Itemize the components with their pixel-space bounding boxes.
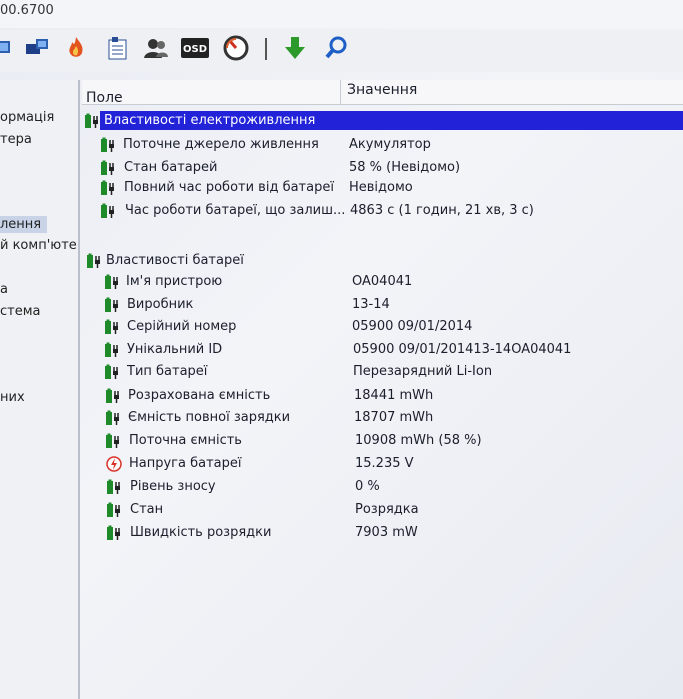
table-row-field[interactable]: Серійний номер xyxy=(127,319,236,334)
table-row-value[interactable]: 10908 mWh (58 %) xyxy=(355,433,482,448)
group-header[interactable]: Властивості батареї xyxy=(106,253,244,268)
column-divider[interactable] xyxy=(340,80,341,104)
battery-plug-icon xyxy=(104,297,120,313)
table-row-field[interactable]: Стан батарей xyxy=(124,160,217,175)
sidebar-item[interactable]: стема xyxy=(0,304,41,319)
table-row-field[interactable]: Рівень зносу xyxy=(130,479,216,494)
table-row-value[interactable]: 05900 09/01/2014 xyxy=(352,319,472,334)
table-row-field[interactable]: Повний час роботи від батареї xyxy=(124,180,334,195)
table-row-field[interactable]: Швидкість розрядки xyxy=(130,525,271,540)
table-row-field[interactable]: Ім'я пристрою xyxy=(126,274,222,289)
battery-plug-icon xyxy=(105,410,121,426)
voltage-icon xyxy=(106,456,122,472)
battery-plug-icon xyxy=(106,479,122,495)
table-row-field[interactable]: Ємність повної зарядки xyxy=(128,410,290,425)
sidebar-item[interactable]: й комп'юте xyxy=(0,238,77,253)
battery-plug-icon xyxy=(100,160,116,176)
table-row-value[interactable]: 18441 mWh xyxy=(354,388,433,403)
window-title: 00.6700 xyxy=(0,3,54,18)
table-row-value[interactable]: 13-14 xyxy=(352,297,390,312)
table-row-field[interactable]: Стан xyxy=(130,502,163,517)
group-header[interactable]: Властивості електроживлення xyxy=(104,113,315,128)
battery-plug-icon xyxy=(105,433,121,449)
table-row-value[interactable]: 05900 09/01/201413-14OA04041 xyxy=(353,342,571,357)
toolbar-separator xyxy=(265,38,267,60)
battery-plug-icon xyxy=(100,180,116,196)
sidebar-item[interactable]: ормація xyxy=(0,110,54,125)
table-row-field[interactable]: Розрахована ємність xyxy=(128,388,270,403)
battery-plug-icon xyxy=(104,342,120,358)
table-row-value[interactable]: Перезарядний Li-Ion xyxy=(353,364,492,379)
table-row-field[interactable]: Тип батареї xyxy=(127,364,207,379)
battery-plug-icon xyxy=(104,274,120,290)
table-row-field[interactable]: Напруга батареї xyxy=(129,456,242,471)
sidebar-item[interactable]: а xyxy=(0,282,8,297)
battery-plug-icon xyxy=(104,364,120,380)
column-header-field[interactable]: Поле xyxy=(86,90,123,106)
table-row-value[interactable]: Акумулятор xyxy=(349,137,431,152)
battery-plug-icon xyxy=(106,502,122,518)
battery-plug-icon xyxy=(84,113,100,129)
battery-plug-icon xyxy=(105,388,121,404)
osd-icon[interactable]: OSD xyxy=(180,34,210,62)
table-header: Поле Значення xyxy=(82,80,683,106)
sidebar-item[interactable]: тера xyxy=(0,132,32,147)
battery-plug-icon xyxy=(104,319,120,335)
osd-label: OSD xyxy=(183,44,207,55)
sidebar-item-selected[interactable]: лення xyxy=(0,216,48,233)
battery-plug-icon xyxy=(86,253,102,269)
sidebar-item[interactable]: них xyxy=(0,390,25,405)
computer-icon[interactable] xyxy=(0,34,22,62)
table-row-value[interactable]: Розрядка xyxy=(355,502,419,517)
table-row-value[interactable]: 0 % xyxy=(355,479,380,494)
table-row-value[interactable]: 58 % (Невідомо) xyxy=(349,160,460,175)
table-row-field[interactable]: Час роботи батареї, що залиш... xyxy=(125,203,345,218)
table-row-field[interactable]: Поточне джерело живлення xyxy=(123,137,319,152)
search-icon[interactable] xyxy=(323,34,351,62)
table-row-field[interactable]: Виробник xyxy=(127,297,193,312)
table-row-value[interactable]: 7903 mW xyxy=(355,525,418,540)
table-row-value[interactable]: 4863 с (1 годин, 21 хв, 3 с) xyxy=(350,203,534,218)
title-bar: 00.6700 xyxy=(0,0,683,28)
battery-plug-icon xyxy=(106,525,122,541)
left-navigation-panel: ормація тера лення й комп'юте а стема ни… xyxy=(0,80,80,699)
column-header-value[interactable]: Значення xyxy=(347,82,417,98)
battery-plug-icon xyxy=(100,203,116,219)
table-row-field[interactable]: Поточна ємність xyxy=(129,433,242,448)
report-icon[interactable] xyxy=(104,34,132,62)
download-icon[interactable] xyxy=(281,34,309,62)
toolbar: OSD xyxy=(0,30,683,72)
flame-icon[interactable] xyxy=(62,34,90,62)
users-icon[interactable] xyxy=(142,34,170,62)
table-row-value[interactable]: OA04041 xyxy=(352,274,412,289)
table-row-field[interactable]: Унікальний ID xyxy=(127,342,222,357)
network-icon[interactable] xyxy=(24,34,52,62)
gauge-icon[interactable] xyxy=(222,34,250,62)
battery-plug-icon xyxy=(100,137,116,153)
table-row-value[interactable]: 15.235 V xyxy=(355,456,414,471)
table-row-value[interactable]: 18707 mWh xyxy=(354,410,433,425)
table-row-value[interactable]: Невідомо xyxy=(349,180,413,195)
